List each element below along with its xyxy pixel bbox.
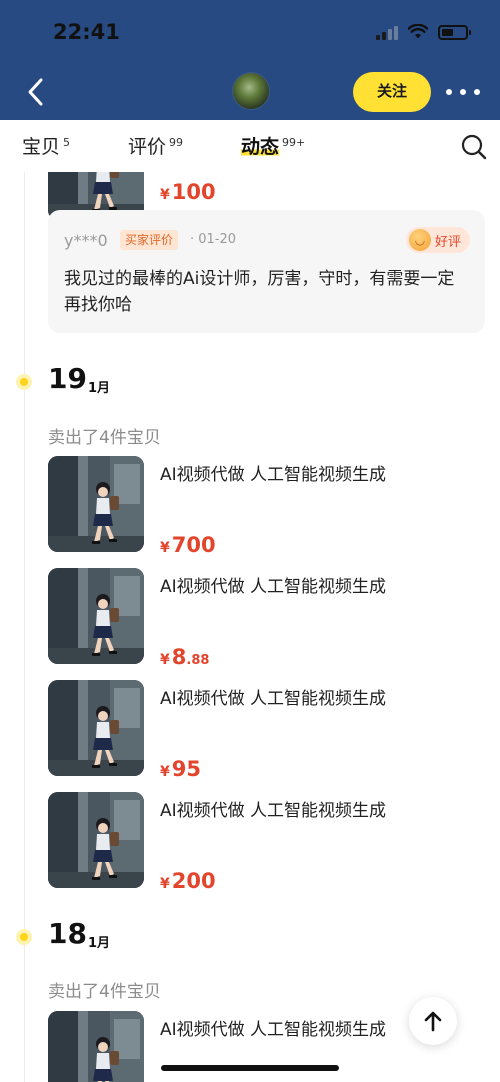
scroll-to-top-button[interactable] (409, 997, 457, 1045)
arrow-up-icon (424, 1011, 442, 1032)
top-header: 22:41 关注 (0, 0, 500, 120)
price-currency: ¥ (160, 540, 170, 556)
price-currency: ¥ (160, 187, 170, 203)
tab-label: 评价 (128, 136, 167, 158)
product-price: ¥700 (160, 533, 216, 557)
timeline-dot (16, 929, 32, 945)
tab-label: 动态 (241, 136, 280, 158)
search-icon (461, 134, 487, 160)
tab-reviews[interactable]: 评价99 (128, 132, 183, 159)
product-thumbnail[interactable] (48, 1011, 144, 1082)
product-title[interactable]: AI视频代做 人工智能视频生成 (160, 684, 386, 709)
search-button[interactable] (460, 133, 488, 161)
sold-summary: 卖出了4件宝贝 (48, 428, 161, 448)
product-title[interactable]: AI视频代做 人工智能视频生成 (160, 460, 386, 485)
tab-count: 5 (63, 136, 71, 149)
price-integer: 100 (171, 180, 216, 204)
price-integer: 95 (171, 757, 201, 781)
product-thumbnail[interactable] (48, 568, 144, 664)
smile-face-icon: ◡ (409, 229, 431, 251)
status-icons (376, 24, 471, 40)
reviewer-name: y***0 (64, 231, 108, 250)
price-currency: ¥ (160, 764, 170, 780)
group-month: 1月 (88, 381, 111, 396)
price-integer: 200 (171, 869, 216, 893)
group-day: 19 (48, 362, 87, 395)
wifi-icon (408, 24, 428, 39)
product-thumbnail[interactable] (48, 792, 144, 888)
timeline-dot (16, 374, 32, 390)
battery-icon (438, 24, 471, 40)
rating-label: 好评 (435, 234, 462, 250)
back-button[interactable] (20, 74, 50, 110)
product-thumbnail[interactable] (48, 680, 144, 776)
tab-count: 99+ (282, 136, 306, 149)
product-price: ¥8.88 (160, 645, 209, 669)
product-title[interactable]: AI视频代做 人工智能视频生成 (160, 796, 386, 821)
group-day: 18 (48, 917, 87, 950)
product-price: ¥95 (160, 757, 201, 781)
product-thumbnail[interactable] (48, 456, 144, 552)
tab-items[interactable]: 宝贝5 (22, 132, 70, 159)
product-title[interactable]: AI视频代做 人工智能视频生成 (160, 1015, 386, 1040)
price-integer: 8 (171, 645, 187, 669)
buyer-review-badge: 买家评价 (120, 230, 179, 250)
home-indicator (161, 1065, 339, 1071)
chevron-left-icon (28, 78, 43, 106)
sold-summary: 卖出了4件宝贝 (48, 982, 161, 1002)
product-price: ¥100 (160, 180, 216, 204)
timeline-line (24, 172, 25, 1082)
status-time: 22:41 (53, 20, 120, 44)
cellular-signal-icon (376, 24, 398, 40)
price-integer: 700 (171, 533, 216, 557)
review-content: 我见过的最棒的Ai设计师，厉害，守时，有需要一定再找你哈 (64, 269, 455, 315)
price-decimal: .88 (186, 653, 210, 668)
review-date: · 01-20 (190, 232, 237, 247)
tab-label: 宝贝 (22, 136, 61, 158)
more-dots-icon[interactable] (446, 80, 480, 104)
review-card[interactable]: y***0 买家评价 · 01-20 ◡ 好评 我见过的最棒的Ai设计师，厉害，… (48, 210, 485, 333)
product-price: ¥200 (160, 869, 216, 893)
rating-badge: ◡ 好评 (406, 227, 471, 253)
price-currency: ¥ (160, 652, 170, 668)
group-month: 1月 (88, 936, 111, 951)
tab-count: 99 (169, 136, 184, 149)
tab-bar-overlay: 宝贝 5 评价 99 动态 99+ (0, 120, 500, 172)
store-avatar[interactable] (232, 72, 270, 110)
price-currency: ¥ (160, 876, 170, 892)
follow-button[interactable]: 关注 (353, 72, 431, 112)
tab-activity[interactable]: 动态99+ (241, 132, 305, 159)
product-title[interactable]: AI视频代做 人工智能视频生成 (160, 572, 386, 597)
